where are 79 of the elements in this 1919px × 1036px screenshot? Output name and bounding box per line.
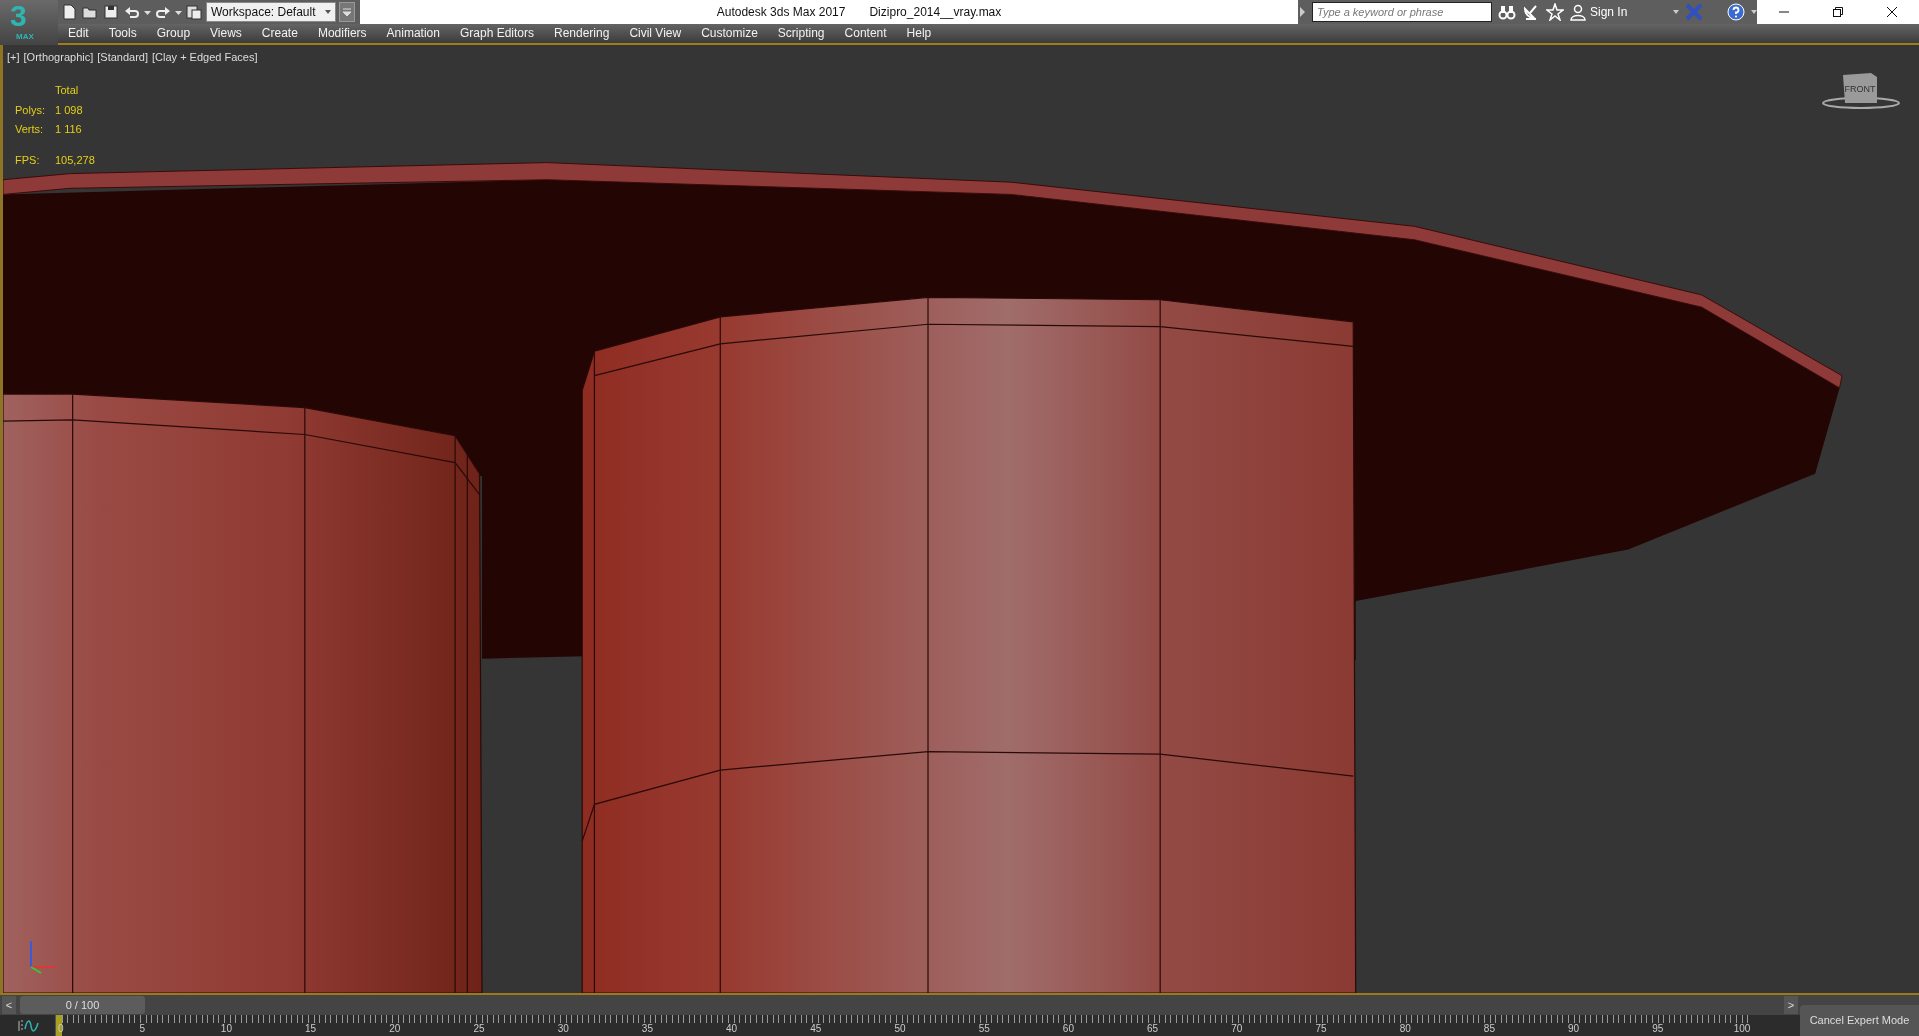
viewcube-label: FRONT bbox=[1844, 84, 1876, 94]
caret-icon[interactable] bbox=[1673, 10, 1679, 14]
tick-label: 10 bbox=[220, 1023, 232, 1035]
previous-frame-button[interactable]: < bbox=[2, 996, 16, 1014]
tick-label: 15 bbox=[305, 1023, 317, 1035]
fps-value: 105,278 bbox=[55, 152, 95, 168]
sign-in-button[interactable]: Sign In bbox=[1570, 3, 1628, 21]
satellite-dish-icon[interactable] bbox=[1522, 3, 1540, 21]
tick-label: 45 bbox=[810, 1023, 822, 1035]
menu-item[interactable]: Graph Editors bbox=[449, 24, 544, 43]
tick-label: 90 bbox=[1568, 1023, 1580, 1035]
tick-label: 85 bbox=[1483, 1023, 1495, 1035]
stat-label: Verts: bbox=[15, 122, 45, 137]
tick-label: 75 bbox=[1315, 1023, 1327, 1035]
viewport-label[interactable]: [+] bbox=[7, 49, 20, 66]
menu-item[interactable]: Edit bbox=[58, 24, 99, 43]
time-slider-thumb[interactable]: 0 / 100 bbox=[20, 996, 145, 1014]
restore-icon bbox=[1833, 7, 1843, 17]
new-file-icon[interactable] bbox=[60, 3, 78, 21]
close-icon bbox=[1887, 7, 1897, 17]
stats-header: Total bbox=[55, 83, 80, 98]
tick-label: 0 bbox=[58, 1023, 64, 1035]
file-name: Dizipro_2014__vray.max bbox=[869, 4, 1002, 21]
tick-label: 25 bbox=[473, 1023, 485, 1035]
tick-label: 20 bbox=[389, 1023, 401, 1035]
user-icon bbox=[1570, 3, 1586, 21]
help-icon[interactable] bbox=[1727, 3, 1745, 21]
menu-item[interactable]: Modifiers bbox=[307, 24, 377, 43]
fps-label: FPS: bbox=[15, 152, 41, 168]
menu-item[interactable]: Customize bbox=[691, 24, 768, 43]
tick-label: 5 bbox=[139, 1023, 145, 1035]
menu-item[interactable]: Help bbox=[896, 24, 942, 43]
app-logo[interactable]: 3 MAX bbox=[0, 0, 58, 45]
curve-editor-icon[interactable] bbox=[16, 1018, 39, 1033]
menu-item[interactable]: Civil View bbox=[619, 24, 692, 43]
menu-item[interactable]: Animation bbox=[376, 24, 450, 43]
star-icon[interactable] bbox=[1546, 3, 1564, 21]
tick-label: 50 bbox=[894, 1023, 906, 1035]
tick-label: 30 bbox=[557, 1023, 569, 1035]
timeline-ruler[interactable]: 0 5 10 15 20 25 30 35 40 45 50 55 60 65 70 75 80 85 90 95 100 bbox=[56, 1015, 1750, 1036]
tick-label: 60 bbox=[1062, 1023, 1074, 1035]
viewcube[interactable]: FRONT bbox=[1821, 67, 1901, 113]
tick-label: 100 bbox=[1733, 1023, 1751, 1035]
logo-text: MAX bbox=[16, 31, 34, 43]
menu-item[interactable]: Tools bbox=[98, 24, 147, 43]
caret-icon bbox=[325, 10, 331, 14]
viewport-label[interactable]: [Clay + Edged Faces] bbox=[152, 49, 258, 66]
menu-item[interactable]: Content bbox=[834, 24, 897, 43]
binoculars-icon[interactable] bbox=[1498, 3, 1516, 21]
menu-item[interactable]: Scripting bbox=[767, 24, 835, 43]
customize-toolbar-button[interactable] bbox=[339, 2, 355, 22]
caret-icon bbox=[343, 7, 351, 17]
expand-arrow-icon[interactable] bbox=[1298, 4, 1306, 20]
menu-item[interactable]: Create bbox=[251, 24, 308, 43]
stat-value: 1 098 bbox=[55, 102, 84, 118]
menu-item[interactable]: Views bbox=[200, 24, 252, 43]
tick-label: 65 bbox=[1147, 1023, 1159, 1035]
tick-label: 40 bbox=[726, 1023, 738, 1035]
menu-item[interactable]: Group bbox=[146, 24, 201, 43]
workspace-dropdown[interactable]: Workspace: Default bbox=[206, 2, 336, 22]
tick-label: 55 bbox=[978, 1023, 990, 1035]
stat-value: 1 116 bbox=[55, 122, 83, 137]
frame-marker[interactable] bbox=[56, 1015, 62, 1036]
cancel-expert-mode-button[interactable]: Cancel Expert Mode bbox=[1800, 1005, 1919, 1036]
viewport-label[interactable]: [Orthographic] bbox=[23, 49, 94, 66]
tick-label: 35 bbox=[641, 1023, 653, 1035]
caret-icon[interactable] bbox=[1751, 10, 1757, 14]
tick-label: 95 bbox=[1652, 1023, 1664, 1035]
app-title: Autodesk 3ds Max 2017 bbox=[716, 4, 846, 21]
tick-label: 80 bbox=[1399, 1023, 1411, 1035]
project-folder-icon[interactable] bbox=[185, 3, 203, 21]
tick-label: 70 bbox=[1231, 1023, 1243, 1035]
search-field[interactable]: Type a keyword or phrase bbox=[1312, 2, 1492, 22]
save-icon[interactable] bbox=[102, 3, 120, 21]
stat-label: Polys: bbox=[15, 102, 46, 118]
menu-item[interactable]: Rendering bbox=[544, 24, 620, 43]
viewport-label[interactable]: [Standard] bbox=[97, 49, 148, 66]
logo-numeral: 3 bbox=[10, 1, 27, 31]
next-frame-button[interactable]: > bbox=[1784, 996, 1798, 1014]
